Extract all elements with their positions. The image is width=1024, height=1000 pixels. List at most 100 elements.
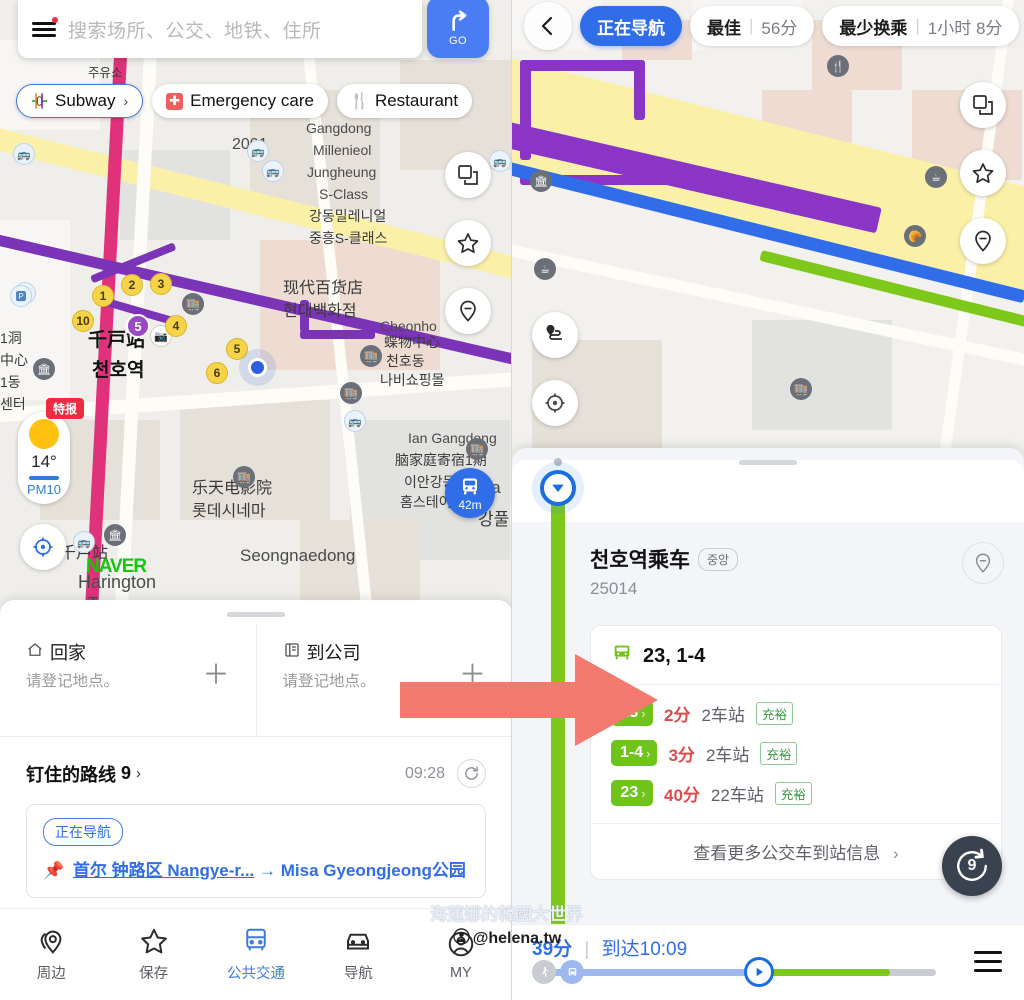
tab-value: 1小时 8分 — [927, 18, 1003, 38]
poi-dot[interactable]: 🚌 — [489, 150, 511, 172]
bus-arrival-row[interactable]: 23 › 2分 2车站 充裕 — [611, 693, 981, 733]
subway-line-marker[interactable]: 5 — [126, 314, 150, 338]
route-summary: 📌 首尔 钟路区 Nangye-r... → Misa Gyeongjeong公… — [43, 856, 469, 881]
sheet-grabber[interactable] — [227, 612, 285, 617]
poi-dot[interactable]: 🏬 — [233, 466, 255, 488]
nav-tab-saved[interactable]: 保存 — [102, 909, 204, 1000]
map-layers-button[interactable] — [960, 82, 1006, 128]
poi-dot[interactable]: 🚌 — [73, 531, 95, 553]
pinned-routes-title: 钉住的路线 — [26, 764, 116, 785]
weather-widget[interactable]: 14° PM10 — [18, 412, 70, 504]
map-label: 천호동 — [386, 353, 425, 369]
route-badge[interactable]: 23 › — [611, 780, 653, 806]
route-overview-button[interactable] — [532, 312, 578, 358]
nav-tab-nearby[interactable]: 周边 — [0, 909, 102, 1000]
map-label: 蝶物中心 — [384, 334, 440, 350]
chip-label: Subway — [55, 91, 116, 110]
bus-arrival-row[interactable]: 23 › 40分 22车站 充裕 — [611, 773, 981, 813]
nav-tab-transit[interactable]: 公共交通 — [205, 909, 307, 1000]
poi-dot[interactable]: 🚌 — [262, 160, 284, 182]
shortcut-home[interactable]: 回家 请登记地点。 ＋ — [0, 625, 256, 736]
subway-exit-marker[interactable]: 6 — [206, 362, 228, 384]
subway-exit-marker[interactable]: 5 — [226, 338, 248, 360]
subway-exit-marker[interactable]: 4 — [165, 315, 187, 337]
poi-dot[interactable]: 🚌 — [247, 140, 269, 162]
poi-dot[interactable]: 🅿 — [10, 285, 32, 307]
bottom-navigation: 周边 保存 公共交通 导航 MY — [0, 908, 511, 1000]
refresh-countdown-button[interactable]: 9 — [942, 836, 1002, 896]
poi-dot[interactable]: 🏬 — [340, 382, 362, 404]
route-progress-bar[interactable] — [532, 957, 936, 987]
bus-card-header: 23, 1-4 — [591, 626, 1001, 685]
chevron-right-icon: › — [646, 745, 651, 761]
refresh-countdown-value: 9 — [967, 857, 977, 874]
chevron-left-icon — [541, 16, 553, 36]
tab-fewest-transfers[interactable]: 最少换乘 | 1小时 8分 — [822, 6, 1020, 46]
favorites-button[interactable] — [445, 220, 491, 266]
poi-dot[interactable]: ☕ — [925, 166, 947, 188]
poi-dot[interactable]: 🏬 — [182, 293, 204, 315]
route-badge[interactable]: 1-4 › — [611, 740, 658, 766]
poi-dot[interactable]: 🚌 — [344, 410, 366, 432]
search-bar[interactable]: 搜索场所、公交、地铁、住所 — [18, 0, 422, 58]
pinned-routes-header[interactable]: 钉住的路线 9 › 09:28 — [0, 737, 511, 798]
route-badge[interactable]: 23 › — [611, 700, 653, 726]
menu-icon[interactable] — [32, 17, 58, 38]
locate-me-button[interactable] — [20, 524, 66, 570]
add-office-button[interactable]: ＋ — [459, 653, 486, 692]
stop-position-tag: 중앙 — [697, 547, 739, 571]
subway-exit-marker[interactable]: 1 — [92, 285, 114, 307]
nav-label: 导航 — [343, 966, 373, 982]
map-label: 현대백화점 — [283, 303, 357, 320]
weather-alert-badge[interactable]: 特报 — [46, 398, 85, 419]
map-label: 现代百货店 — [283, 280, 364, 297]
sheet-grabber[interactable] — [739, 460, 797, 465]
shortcut-office[interactable]: 到公司 请登记地点。 ＋ — [255, 625, 512, 736]
stop-id: 25014 — [590, 579, 638, 598]
sheet-header[interactable] — [512, 460, 1024, 522]
tab-best-route[interactable]: 最佳 | 56分 — [690, 6, 815, 46]
more-arrivals-link[interactable]: 查看更多公交车到站信息 › — [591, 823, 1001, 879]
nav-tab-my[interactable]: MY — [410, 909, 511, 1000]
boarding-stop-name: 천호역乘车 중앙 — [590, 544, 1002, 574]
tab-label: 正在导航 — [597, 18, 665, 38]
poi-dot[interactable]: 🏛 — [33, 358, 55, 380]
poi-dot[interactable]: 🥐 — [904, 225, 926, 247]
locate-me-button[interactable] — [532, 380, 578, 426]
favorites-button[interactable] — [960, 150, 1006, 196]
naver-logo: NAVER — [86, 556, 147, 577]
pinned-route-card[interactable]: 正在导航 📌 首尔 钟路区 Nangye-r... → Misa Gyeongj… — [26, 804, 486, 898]
bus-arrival-row[interactable]: 1-4 › 3分 2车站 充裕 — [611, 733, 981, 773]
poi-dot[interactable]: 🏛 — [530, 170, 552, 192]
nearby-bus-marker[interactable]: 42m — [445, 468, 495, 518]
navigation-menu-button[interactable] — [974, 951, 1002, 973]
chip-restaurant[interactable]: 🍴 Restaurant — [336, 84, 473, 118]
hide-pins-button[interactable] — [962, 542, 1004, 584]
poi-dot[interactable]: 🍴 — [827, 55, 849, 77]
hide-pins-button[interactable] — [960, 218, 1006, 264]
poi-dot[interactable]: 🏛 — [104, 524, 126, 546]
map-layers-button[interactable] — [445, 152, 491, 198]
search-input-placeholder[interactable]: 搜索场所、公交、地铁、住所 — [68, 16, 322, 43]
refresh-button[interactable] — [457, 759, 486, 788]
hide-pins-button[interactable] — [445, 288, 491, 334]
poi-dot[interactable]: 🚌 — [13, 143, 35, 165]
poi-dot[interactable]: ☕ — [534, 258, 556, 280]
subway-exit-marker[interactable]: 10 — [72, 310, 94, 332]
poi-dot[interactable]: 🏬 — [790, 378, 812, 400]
subway-exit-marker[interactable]: 2 — [121, 274, 143, 296]
transit-detail-sheet[interactable]: 천호역乘车 중앙 25014 23, 1-4 23 › 2分 2车站 充裕 1-… — [512, 448, 1024, 1000]
poi-dot[interactable]: 🏬 — [466, 438, 488, 460]
chip-subway[interactable]: Subway › — [16, 84, 144, 118]
subway-icon — [31, 93, 48, 110]
bus-arrival-rows: 23 › 2分 2车站 充裕 1-4 › 3分 2车站 充裕 23 › 40分 … — [591, 685, 1001, 823]
go-navigation-button[interactable]: GO — [427, 0, 489, 58]
add-home-button[interactable]: ＋ — [203, 653, 230, 692]
nav-tab-navigation[interactable]: 导航 — [307, 909, 409, 1000]
tab-navigating[interactable]: 正在导航 — [580, 6, 682, 46]
poi-dot[interactable]: 🏬 — [360, 345, 382, 367]
chip-emergency-care[interactable]: ✚ Emergency care — [152, 84, 328, 118]
back-button[interactable] — [524, 2, 572, 50]
map-label: Jungheung — [307, 164, 377, 180]
subway-exit-marker[interactable]: 3 — [150, 273, 172, 295]
